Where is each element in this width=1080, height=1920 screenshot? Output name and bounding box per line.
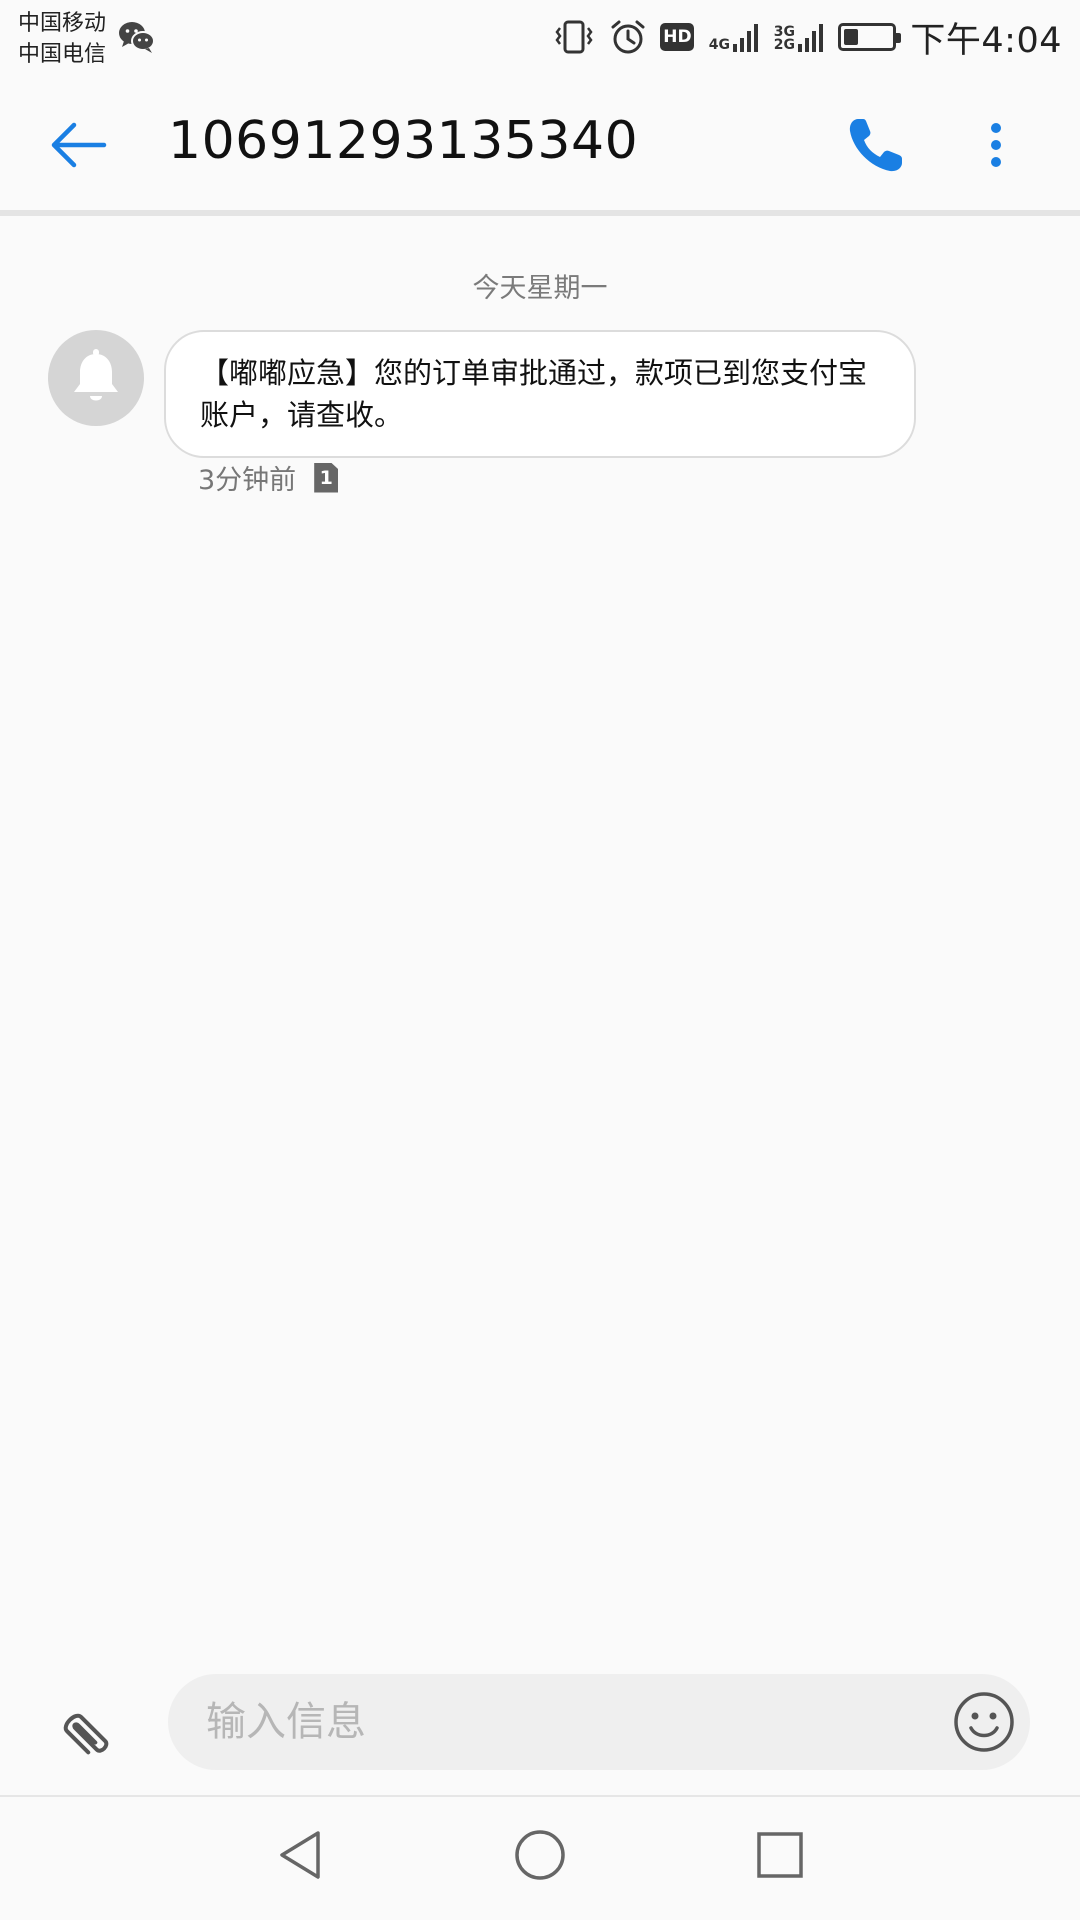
status-icons: HD 4G 3G 2G 下午4:04: [552, 14, 1062, 61]
battery-icon: [838, 23, 902, 51]
alarm-icon: [611, 20, 645, 54]
message-composer: [0, 1660, 1080, 1780]
signal-bars-icon: [733, 24, 759, 52]
wechat-notification-icon: [119, 22, 155, 53]
carrier-2: 中国电信: [18, 42, 107, 67]
battery-level: [844, 29, 859, 45]
signal-4g: 4G: [708, 22, 759, 52]
message-meta: 3分钟前 1: [198, 458, 339, 497]
sim-card-icon: 1: [314, 462, 339, 493]
status-bar: 中国移动 中国电信 HD 4G 3G 2G 下午4:04: [0, 0, 1080, 75]
contact-number-title: 10691293135340: [168, 111, 639, 171]
system-nav-bar: [0, 1797, 1080, 1920]
carrier-1: 中国移动: [18, 11, 107, 36]
conversation-header: 10691293135340: [0, 75, 1080, 210]
phone-icon[interactable]: [836, 105, 916, 185]
emoji-icon[interactable]: [952, 1690, 1016, 1754]
message-time: 3分钟前: [198, 465, 297, 496]
bell-icon: [74, 349, 118, 401]
signal-bars-dotted-icon: [798, 24, 824, 52]
sms-conversation-screen: 中国移动 中国电信 HD 4G 3G 2G 下午4:04 10691293135…: [0, 0, 1080, 1920]
message-bubble[interactable]: 【嘟嘟应急】您的订单审批通过，款项已到您支付宝账户，请查收。: [164, 330, 916, 458]
signal-3g: 3G 2G: [773, 22, 824, 52]
message-input[interactable]: [168, 1674, 1030, 1770]
home-circle-icon[interactable]: [510, 1825, 570, 1885]
back-triangle-icon[interactable]: [270, 1825, 330, 1885]
status-time: 下午4:04: [910, 20, 1062, 61]
recents-square-icon[interactable]: [750, 1825, 810, 1885]
vibrate-icon: [555, 20, 593, 54]
carrier-labels: 中国移动 中国电信: [18, 8, 106, 70]
paperclip-icon[interactable]: [48, 1698, 120, 1770]
hd-voice-icon: HD: [660, 23, 695, 51]
header-divider: [0, 210, 1080, 216]
sender-avatar[interactable]: [48, 330, 144, 426]
more-vert-icon[interactable]: [966, 105, 1026, 185]
back-arrow-icon[interactable]: [40, 105, 120, 185]
network-type-1: 4G: [708, 37, 730, 53]
date-separator: 今天星期一: [472, 273, 608, 304]
network-type-2: 3G 2G: [773, 24, 795, 53]
